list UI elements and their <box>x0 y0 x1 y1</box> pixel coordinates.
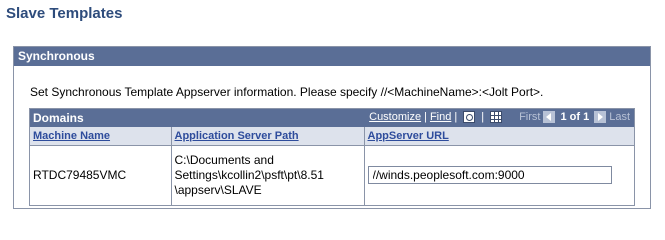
separator: | <box>454 111 458 123</box>
grid-controls: Customize | Find | | First 1 of 1 Last <box>369 111 630 123</box>
table-header-row: Machine Name Application Server Path App… <box>30 127 634 146</box>
row-count: 1 of 1 <box>560 111 590 123</box>
grid-navigation-bar: Domains Customize | Find | | First 1 of … <box>30 109 634 127</box>
server-path-cell: C:\Documents and Settings\kcollin2\psft\… <box>171 145 365 205</box>
separator: | <box>424 111 427 123</box>
sort-machine-name-link[interactable]: Machine Name <box>33 130 110 142</box>
grid-title: Domains <box>33 111 84 125</box>
domains-grid: Domains Customize | Find | | First 1 of … <box>29 108 635 206</box>
page-title: Slave Templates <box>6 5 123 22</box>
sort-server-path-link[interactable]: Application Server Path <box>175 130 299 142</box>
first-link: First <box>519 111 541 123</box>
column-header-appserver-url[interactable]: AppServer URL <box>364 127 634 146</box>
previous-row-icon <box>543 111 556 123</box>
customize-link[interactable]: Customize <box>369 111 421 123</box>
instruction-text: Set Synchronous Template Appserver infor… <box>30 85 544 99</box>
group-header: Synchronous <box>14 47 650 66</box>
appserver-url-input[interactable] <box>367 166 612 185</box>
view-all-icon[interactable] <box>463 111 476 123</box>
sort-appserver-url-link[interactable]: AppServer URL <box>368 130 449 142</box>
find-link[interactable]: Find <box>430 111 451 123</box>
domains-table: Machine Name Application Server Path App… <box>30 127 634 205</box>
synchronous-group-box: Synchronous Set Synchronous Template App… <box>13 46 651 209</box>
separator: | <box>481 111 485 123</box>
table-row: RTDC79485VMC C:\Documents and Settings\k… <box>30 145 634 205</box>
download-grid-icon[interactable] <box>490 111 503 123</box>
column-header-machine-name[interactable]: Machine Name <box>30 127 172 146</box>
next-row-icon <box>594 111 607 123</box>
column-header-server-path[interactable]: Application Server Path <box>171 127 365 146</box>
appserver-url-cell <box>364 145 634 205</box>
last-link: Last <box>609 111 630 123</box>
machine-name-cell: RTDC79485VMC <box>30 145 172 205</box>
